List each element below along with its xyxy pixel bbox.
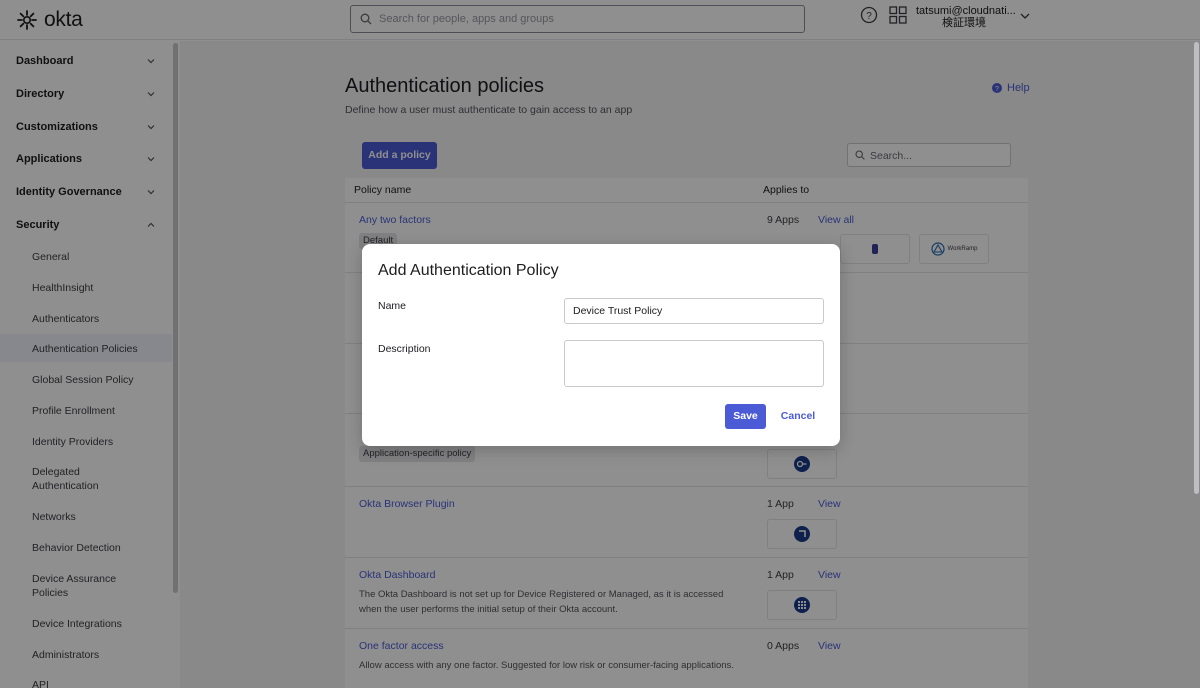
name-label: Name [378, 300, 407, 312]
add-authentication-policy-dialog: Add Authentication Policy Name Descripti… [362, 244, 840, 446]
dialog-title: Add Authentication Policy [378, 262, 559, 279]
description-label: Description [378, 343, 431, 355]
policy-name-input[interactable] [564, 298, 824, 324]
save-button[interactable]: Save [725, 404, 766, 429]
policy-description-input[interactable] [564, 340, 824, 387]
page-scrollbar[interactable] [1194, 42, 1199, 494]
cancel-button[interactable]: Cancel [776, 404, 820, 429]
